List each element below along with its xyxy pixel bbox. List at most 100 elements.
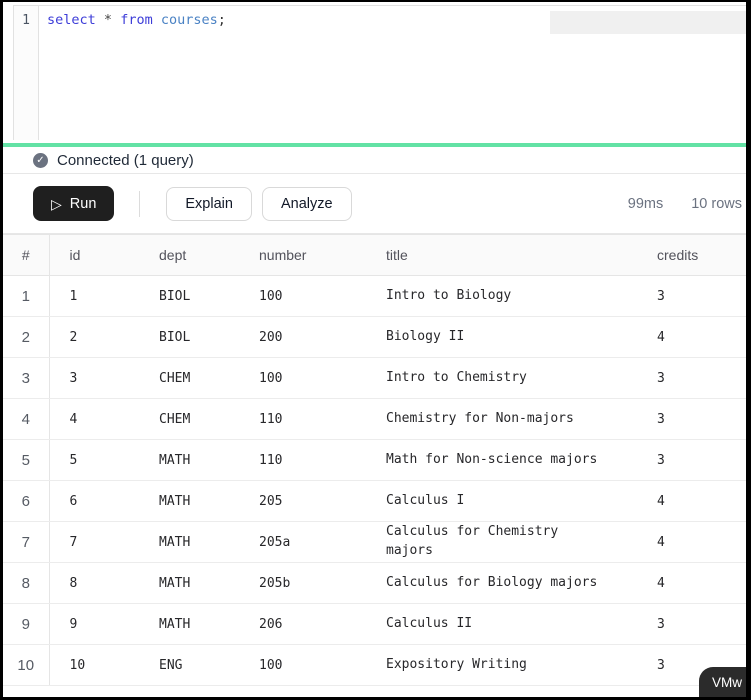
cell-number: 205a: [239, 522, 366, 563]
cell-credits: 4: [637, 522, 746, 563]
sql-identifier: courses: [161, 12, 218, 28]
cell-title: Calculus II: [366, 604, 637, 645]
table-row: 6 6 MATH 205 Calculus I 4: [3, 481, 746, 522]
cell-dept: CHEM: [139, 399, 239, 440]
cell-credits: 3: [637, 440, 746, 481]
editor-topright-panel: [550, 11, 746, 34]
table-row: 1 1 BIOL 100 Intro to Biology 3: [3, 276, 746, 317]
cell-title: Expository Writing: [366, 645, 637, 686]
analyze-button[interactable]: Analyze: [262, 187, 352, 221]
cell-dept: BIOL: [139, 276, 239, 317]
cell-title: Chemistry for Non-majors: [366, 399, 637, 440]
sql-space: [153, 12, 161, 28]
header-credits: credits: [637, 235, 746, 276]
header-id: id: [49, 235, 139, 276]
cell-title: Calculus for Chemistry majors: [366, 522, 637, 563]
cell-title: Math for Non-science majors: [366, 440, 637, 481]
cell-id: 1: [49, 276, 139, 317]
cell-id: 6: [49, 481, 139, 522]
cell-number: 110: [239, 440, 366, 481]
check-circle-icon: ✓: [33, 153, 48, 168]
table-row: 3 3 CHEM 100 Intro to Chemistry 3: [3, 358, 746, 399]
row-index: 3: [3, 358, 49, 399]
row-index: 5: [3, 440, 49, 481]
toolbar: ▷ Run Explain Analyze 99ms 10 rows: [3, 174, 746, 234]
cell-credits: 3: [637, 276, 746, 317]
cell-dept: MATH: [139, 481, 239, 522]
cell-number: 100: [239, 645, 366, 686]
cell-number: 205b: [239, 563, 366, 604]
sql-keyword: select: [47, 12, 96, 28]
cell-number: 200: [239, 317, 366, 358]
sql-space: [96, 12, 104, 28]
cell-id: 3: [49, 358, 139, 399]
vmware-watermark-badge: VMw: [699, 667, 746, 697]
cell-id: 7: [49, 522, 139, 563]
row-index: 7: [3, 522, 49, 563]
cell-credits: 3: [637, 358, 746, 399]
sql-keyword: from: [120, 12, 153, 28]
table-row: 4 4 CHEM 110 Chemistry for Non-majors 3: [3, 399, 746, 440]
header-index: #: [3, 235, 49, 276]
cell-credits: 4: [637, 317, 746, 358]
cell-title: Intro to Chemistry: [366, 358, 637, 399]
sql-editor[interactable]: 1 select * from courses;: [3, 5, 746, 143]
cell-id: 2: [49, 317, 139, 358]
header-number: number: [239, 235, 366, 276]
cell-number: 100: [239, 358, 366, 399]
sql-space: [112, 12, 120, 28]
row-index: 1: [3, 276, 49, 317]
row-index: 10: [3, 645, 49, 686]
table-row: 8 8 MATH 205b Calculus for Biology major…: [3, 563, 746, 604]
table-row: 2 2 BIOL 200 Biology II 4: [3, 317, 746, 358]
table-row: 5 5 MATH 110 Math for Non-science majors…: [3, 440, 746, 481]
cell-number: 100: [239, 276, 366, 317]
connection-status: Connected (1 query): [57, 152, 194, 169]
header-dept: dept: [139, 235, 239, 276]
query-stats: 99ms 10 rows: [628, 196, 742, 212]
row-index: 6: [3, 481, 49, 522]
table-row: 9 9 MATH 206 Calculus II 3: [3, 604, 746, 645]
cell-number: 206: [239, 604, 366, 645]
cell-dept: MATH: [139, 604, 239, 645]
table-row: 10 10 ENG 100 Expository Writing 3: [3, 645, 746, 686]
header-title: title: [366, 235, 637, 276]
cell-credits: 3: [637, 604, 746, 645]
run-button-label: Run: [70, 196, 97, 212]
cell-id: 4: [49, 399, 139, 440]
cell-title: Calculus I: [366, 481, 637, 522]
cell-credits: 3: [637, 399, 746, 440]
results-table: # id dept number title credits 1 1 BIOL …: [3, 234, 746, 686]
cell-id: 8: [49, 563, 139, 604]
cell-dept: MATH: [139, 522, 239, 563]
explain-button[interactable]: Explain: [166, 187, 252, 221]
table-header-row: # id dept number title credits: [3, 235, 746, 276]
line-number: 1: [14, 13, 38, 28]
cell-title: Intro to Biology: [366, 276, 637, 317]
cell-number: 205: [239, 481, 366, 522]
cell-dept: MATH: [139, 563, 239, 604]
row-count: 10 rows: [691, 196, 742, 212]
vmware-badge-label: VMw: [712, 675, 742, 690]
play-icon: ▷: [51, 197, 62, 211]
sql-operator: *: [104, 12, 112, 28]
cell-number: 110: [239, 399, 366, 440]
line-number-gutter: 1: [14, 6, 39, 140]
row-index: 2: [3, 317, 49, 358]
cell-id: 10: [49, 645, 139, 686]
cell-dept: BIOL: [139, 317, 239, 358]
cell-title: Biology II: [366, 317, 637, 358]
cell-credits: 4: [637, 563, 746, 604]
cell-title: Calculus for Biology majors: [366, 563, 637, 604]
cell-dept: CHEM: [139, 358, 239, 399]
cell-id: 9: [49, 604, 139, 645]
row-index: 4: [3, 399, 49, 440]
cell-dept: ENG: [139, 645, 239, 686]
cell-credits: 4: [637, 481, 746, 522]
elapsed-time: 99ms: [628, 196, 663, 212]
cell-id: 5: [49, 440, 139, 481]
row-index: 8: [3, 563, 49, 604]
run-button[interactable]: ▷ Run: [33, 186, 114, 221]
sql-punctuation: ;: [218, 12, 226, 28]
row-index: 9: [3, 604, 49, 645]
